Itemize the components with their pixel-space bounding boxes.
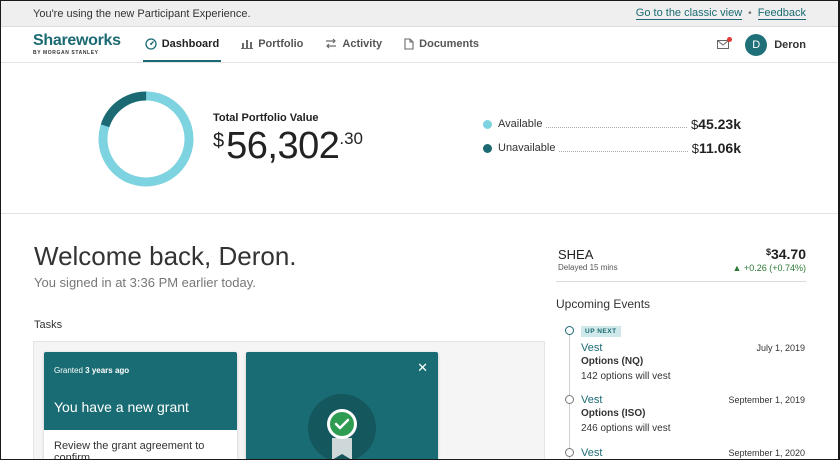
stock-price: $34.70 <box>766 246 806 262</box>
event-type: Options (ISO) <box>581 408 646 419</box>
total-value-currency: $ <box>213 130 225 152</box>
nav-dashboard[interactable]: Dashboard <box>142 27 222 62</box>
stock-symbol: SHEA <box>558 247 594 262</box>
welcome-heading: Welcome back, Deron. <box>34 241 297 271</box>
total-value-label: Total Portfolio Value <box>213 112 319 124</box>
new-grant-card[interactable]: Granted 3 years ago You have a new grant… <box>44 352 237 459</box>
new-grant-title: You have a new grant <box>54 399 189 415</box>
timeline-dot <box>565 326 574 335</box>
signed-in-text: You signed in at 3:36 PM earlier today. <box>34 275 256 290</box>
bar-chart-icon <box>241 38 254 49</box>
portfolio-summary: Total Portfolio Value $ 56,302 .30 Avail… <box>1 64 838 214</box>
timeline-dot <box>565 395 574 404</box>
completed-task-card[interactable]: ✕ <box>246 352 438 459</box>
available-leader <box>546 126 687 128</box>
unavailable-currency: $ <box>691 141 699 156</box>
event-title[interactable]: Vest <box>581 394 602 406</box>
stock-quote[interactable]: SHEA Delayed 15 mins $34.70 ▲ +0.26 (+0.… <box>556 245 806 282</box>
swap-arrows-icon <box>325 38 337 49</box>
event-title[interactable]: Vest <box>581 342 602 354</box>
award-check-icon <box>308 394 376 459</box>
donut-unavailable-arc <box>98 91 194 187</box>
nav-activity[interactable]: Activity <box>323 27 384 62</box>
experience-banner: You're using the new Participant Experie… <box>1 1 838 27</box>
portfolio-donut-chart <box>98 91 194 187</box>
unavailable-value: 11.06k <box>698 140 741 156</box>
total-value-main: 56,302 <box>226 125 340 167</box>
available-label: Available <box>498 118 543 130</box>
event-date: September 1, 2020 <box>728 448 805 458</box>
dashboard-icon <box>145 37 157 50</box>
top-nav: Shareworks BY MORGAN STANLEY Dashboard P… <box>1 27 838 63</box>
avatar[interactable]: D <box>745 33 768 56</box>
available-amount: $45.23k <box>691 116 741 132</box>
legend-unavailable[interactable]: Unavailable $11.06k <box>483 138 741 158</box>
stock-currency: $ <box>765 247 771 257</box>
mail-notification-dot <box>727 37 733 42</box>
available-value: 45.23k <box>698 116 741 132</box>
event-date: September 1, 2019 <box>728 395 805 405</box>
nav-activity-label: Activity <box>342 37 383 50</box>
upcoming-events-heading: Upcoming Events <box>556 297 651 311</box>
grant-meta-prefix: Granted <box>54 366 86 375</box>
available-swatch <box>483 119 492 129</box>
mail-icon[interactable] <box>717 37 733 49</box>
banner-separator: • <box>748 8 752 19</box>
nav-portfolio[interactable]: Portfolio <box>239 27 305 62</box>
document-icon <box>404 37 414 50</box>
grant-meta: Granted 3 years ago <box>54 366 227 375</box>
stock-price-value: 34.70 <box>770 246 806 262</box>
logo-main: Shareworks <box>33 32 121 49</box>
stock-change: ▲ +0.26 (+0.74%) <box>732 263 806 273</box>
unavailable-amount: $11.06k <box>692 140 741 156</box>
new-grant-card-header: Granted 3 years ago You have a new grant <box>44 352 237 430</box>
timeline-dot <box>565 448 574 457</box>
close-icon[interactable]: ✕ <box>417 360 428 376</box>
classic-view-link[interactable]: Go to the classic view <box>635 7 743 20</box>
tasks-carousel: Granted 3 years ago You have a new grant… <box>33 341 545 459</box>
unavailable-swatch <box>483 143 492 153</box>
unavailable-leader <box>559 150 688 152</box>
event-description: 246 options will vest <box>581 423 671 434</box>
stock-delay: Delayed 15 mins <box>558 263 618 272</box>
nav-portfolio-label: Portfolio <box>258 37 304 50</box>
feedback-link[interactable]: Feedback <box>757 7 806 20</box>
banner-message: You're using the new Participant Experie… <box>33 7 251 20</box>
total-value: $ 56,302 .30 <box>213 126 363 166</box>
nav-dashboard-label: Dashboard <box>161 37 220 50</box>
total-value-cents: .30 <box>339 129 363 148</box>
logo-sub: BY MORGAN STANLEY <box>33 50 99 56</box>
nav-user-area: D Deron <box>717 27 806 62</box>
app-frame: You're using the new Participant Experie… <box>1 1 838 459</box>
new-grant-body: Review the grant agreement to confirm <box>54 440 205 459</box>
event-date: July 1, 2019 <box>756 343 805 353</box>
tasks-heading: Tasks <box>34 319 63 331</box>
nav-documents-label: Documents <box>419 37 480 50</box>
shareworks-logo[interactable]: Shareworks BY MORGAN STANLEY <box>33 27 121 62</box>
event-description: 142 options will vest <box>581 371 671 382</box>
grant-meta-age: 3 years ago <box>85 366 130 375</box>
up-next-badge: UP NEXT <box>581 326 621 337</box>
unavailable-label: Unavailable <box>498 142 556 154</box>
user-name[interactable]: Deron <box>774 39 806 51</box>
event-title[interactable]: Vest <box>581 447 602 459</box>
legend-available[interactable]: Available $45.23k <box>483 114 741 134</box>
event-type: Options (NQ) <box>581 356 644 367</box>
nav-documents[interactable]: Documents <box>402 27 481 62</box>
